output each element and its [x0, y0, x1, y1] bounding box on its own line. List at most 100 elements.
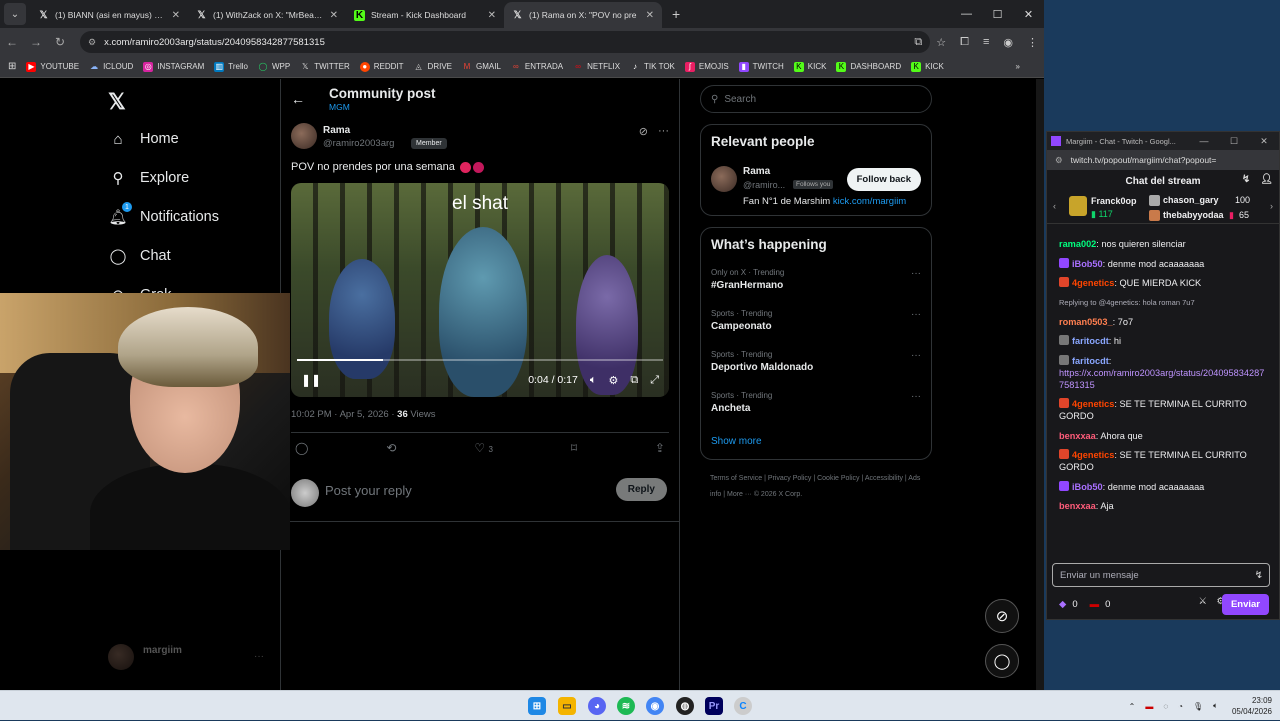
clock[interactable]: 23:09 05/04/2026 — [1232, 695, 1272, 717]
pip-icon[interactable]: ⧉ — [630, 374, 638, 387]
bookmark-trello[interactable]: ▥ Trello — [214, 61, 248, 72]
author-avatar[interactable] — [291, 123, 317, 149]
nav-notifications[interactable]: 🔔︎ 1 Notifications — [108, 202, 219, 227]
back-icon[interactable]: ← — [0, 35, 24, 49]
bookmark-icloud[interactable]: ☁ ICLOUD — [89, 62, 133, 72]
tab-4-active[interactable]: 𝕏 (1) Rama on X: "POV no pre ✕ — [504, 2, 662, 28]
reply-input[interactable]: Post your reply — [325, 483, 412, 498]
chat-username[interactable]: 4genetics — [1072, 399, 1114, 409]
mod-icon[interactable]: ⚔ — [1198, 596, 1207, 607]
account-more-icon[interactable]: ··· — [254, 651, 264, 662]
gifter-name[interactable]: Franck0op — [1091, 196, 1137, 206]
bookmark-entrada[interactable]: ∞ ENTRADA — [511, 62, 563, 72]
bookmark-youtube[interactable]: ▶ YOUTUBE — [26, 61, 79, 72]
trend-item[interactable]: Only on X · Trending #GranHermano ··· — [711, 268, 923, 291]
install-icon[interactable]: ⧉ — [914, 36, 922, 49]
new-tab-button[interactable]: + — [662, 6, 690, 22]
trend-item[interactable]: Sports · Trending Deportivo Maldonado ··· — [711, 350, 923, 373]
extensions-icon[interactable]: ⧠ — [960, 36, 969, 49]
more-icon[interactable]: ··· — [911, 268, 921, 279]
account-name[interactable]: margiim — [143, 645, 182, 656]
microphone-icon[interactable]: 🎙︎ — [1193, 702, 1203, 711]
chat-username[interactable]: faritocdt — [1072, 356, 1109, 366]
chat-input[interactable]: Enviar un mensaje ↯ — [1052, 563, 1270, 587]
back-arrow-icon[interactable]: ← — [291, 91, 305, 107]
bookmark-kick-2[interactable]: K KICK — [911, 61, 944, 72]
ccleaner-icon[interactable]: C — [734, 697, 752, 715]
bookmark-gmail[interactable]: M GMAIL — [462, 62, 501, 72]
bookmark-tiktok[interactable]: ♪ TIK TOK — [630, 62, 675, 72]
more-icon[interactable]: ··· — [658, 125, 669, 138]
footer-links[interactable]: Terms of Service | Privacy Policy | Cook… — [710, 471, 925, 503]
volume-icon[interactable]: 🔈︎ — [590, 374, 597, 387]
reply-button[interactable]: Reply — [615, 478, 667, 501]
reading-list-icon[interactable]: ≡ — [983, 36, 989, 48]
bookmark-dashboard[interactable]: K DASHBOARD — [836, 61, 901, 72]
bookmark-instagram[interactable]: ◎ INSTAGRAM — [143, 61, 204, 72]
bookmark-drive[interactable]: ◬ DRIVE — [414, 62, 452, 72]
discord-icon[interactable]: ◕ — [588, 697, 606, 715]
gifter-name[interactable]: thebabyyodaa — [1163, 210, 1224, 220]
chevron-left-icon[interactable]: ‹ — [1053, 201, 1056, 211]
more-icon[interactable]: ··· — [911, 350, 921, 361]
close-window-icon[interactable]: ✕ — [1249, 136, 1279, 147]
author-name[interactable]: Rama — [323, 125, 350, 136]
chat-username[interactable]: roman0503_ — [1059, 317, 1113, 327]
obs-icon[interactable]: ◍ — [676, 697, 694, 715]
nav-explore[interactable]: ⚲ Explore — [108, 168, 190, 188]
bookmark-icon[interactable]: ⌑ — [571, 441, 577, 455]
video-progress-bar[interactable] — [297, 359, 663, 361]
tray-app-icon[interactable]: ▬ — [1145, 702, 1153, 711]
bookmark-reddit[interactable]: ● REDDIT — [359, 61, 404, 72]
chevron-up-icon[interactable]: ⌃ — [1129, 702, 1136, 711]
spotify-icon[interactable]: ≋ — [617, 697, 635, 715]
more-icon[interactable]: ··· — [911, 309, 921, 320]
page-scrollbar[interactable] — [1036, 79, 1044, 690]
chat-username[interactable]: rama002 — [1059, 239, 1096, 249]
tab-2[interactable]: 𝕏 (1) WithZack on X: "MrBeast ha ✕ — [188, 2, 346, 28]
like-button[interactable]: ♡ 3 — [474, 441, 493, 455]
maximize-icon[interactable]: ☐ — [982, 0, 1013, 28]
channel-points-icon[interactable]: ◆ — [1059, 599, 1066, 610]
close-tab-icon[interactable]: ✕ — [646, 10, 654, 21]
chat-username[interactable]: 4genetics — [1072, 450, 1114, 460]
follow-back-button[interactable]: Follow back — [846, 168, 921, 191]
settings-icon[interactable]: ⚙ — [608, 374, 618, 387]
account-avatar[interactable] — [108, 644, 134, 670]
chat-username[interactable]: 4genetics — [1072, 278, 1114, 288]
close-tab-icon[interactable]: ✕ — [330, 10, 338, 21]
show-more-link[interactable]: Show more — [711, 436, 762, 447]
share-icon[interactable]: ⇪ — [655, 441, 665, 455]
relevant-handle[interactable]: @ramiro... — [743, 180, 785, 190]
pause-icon[interactable]: ❚❚ — [301, 373, 321, 387]
profile-icon[interactable]: ◉ — [1003, 36, 1013, 49]
chrome-icon[interactable]: ◉ — [646, 697, 664, 715]
nav-home[interactable]: ⌂ Home — [108, 129, 178, 149]
relevant-name[interactable]: Rama — [743, 166, 770, 177]
search-input[interactable]: ⚲ Search — [700, 85, 932, 113]
premiere-icon[interactable]: Pr — [705, 697, 723, 715]
more-icon[interactable]: ··· — [911, 391, 921, 402]
chat-username[interactable]: faritocdt — [1072, 336, 1109, 346]
start-icon[interactable]: ⊞ — [528, 697, 546, 715]
site-info-icon[interactable]: ⚙ — [88, 37, 96, 48]
trend-item[interactable]: Sports · Trending Campeonato ··· — [711, 309, 923, 332]
chevron-right-icon[interactable]: › — [1270, 201, 1273, 211]
community-link[interactable]: MGM — [329, 102, 350, 112]
grok-icon[interactable]: ⊘ — [639, 125, 648, 138]
chat-username[interactable]: benxxaa — [1059, 431, 1096, 441]
chat-username[interactable]: iBob50 — [1072, 259, 1103, 269]
tab-1[interactable]: 𝕏 (1) BIANN (asi en mayus) on X: ✕ — [30, 2, 188, 28]
post-timestamp[interactable]: 10:02 PM · Apr 5, 2026 · — [291, 409, 397, 420]
bookmark-emojis[interactable]: ʃ EMOJIS — [684, 61, 729, 72]
emote-icon[interactable]: ↯ — [1255, 570, 1263, 581]
close-tab-icon[interactable]: ✕ — [172, 10, 180, 21]
tab-3[interactable]: K Stream - Kick Dashboard ✕ — [346, 2, 504, 28]
x-logo-icon[interactable]: 𝕏 — [108, 89, 126, 115]
maximize-icon[interactable]: ☐ — [1219, 136, 1249, 147]
network-icon[interactable]: ◌ — [1163, 702, 1168, 711]
more-bookmarks-icon[interactable]: » — [1016, 62, 1020, 71]
fullscreen-icon[interactable]: ⤢ — [650, 374, 659, 387]
bookmark-twitter[interactable]: 𝕏 TWITTER — [300, 62, 350, 72]
bio-link[interactable]: kick.com/margiim — [833, 196, 906, 207]
